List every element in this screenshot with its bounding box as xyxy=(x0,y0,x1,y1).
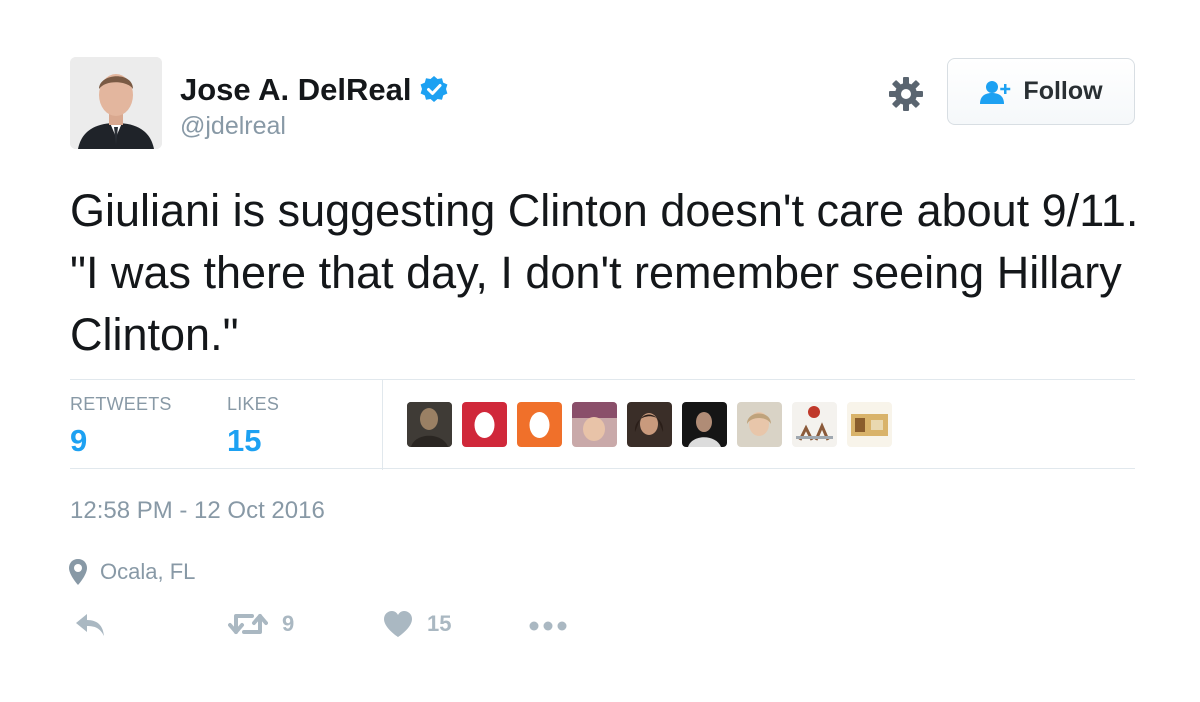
liker-avatar[interactable] xyxy=(682,402,727,447)
heart-icon xyxy=(384,611,412,637)
liker-avatar[interactable] xyxy=(407,402,452,447)
location-pin-icon xyxy=(69,559,87,585)
likes-label: LIKES xyxy=(227,394,280,414)
tweet-timestamp[interactable]: 12:58 PM - 12 Oct 2016 xyxy=(70,497,325,525)
tweet-stats: RETWEETS 9 LIKES 15 xyxy=(70,379,1135,470)
liker-avatar[interactable] xyxy=(462,402,507,447)
retweets-label: RETWEETS xyxy=(70,394,172,414)
follow-user-icon xyxy=(980,80,1011,104)
liker-avatars xyxy=(407,402,892,447)
liker-avatar[interactable] xyxy=(517,402,562,447)
like-count: 15 xyxy=(427,611,452,636)
follow-button-label: Follow xyxy=(1023,77,1103,105)
retweets-stat[interactable]: RETWEETS 9 xyxy=(70,394,172,459)
tweet-actions: 9 15 xyxy=(70,610,770,644)
stats-divider xyxy=(382,380,383,470)
like-button[interactable]: 15 xyxy=(383,610,451,638)
liker-avatar[interactable] xyxy=(627,402,672,447)
location-text: Ocala, FL xyxy=(100,559,196,584)
tweet-location[interactable]: Ocala, FL xyxy=(68,558,195,586)
gear-icon[interactable] xyxy=(887,75,925,113)
retweet-icon xyxy=(228,614,268,634)
retweets-count: 9 xyxy=(70,423,88,458)
more-icon xyxy=(529,621,567,631)
likes-stat[interactable]: LIKES 15 xyxy=(227,394,279,459)
verified-badge-icon xyxy=(421,76,448,102)
liker-avatar[interactable] xyxy=(572,402,617,447)
tweet-text: Giuliani is suggesting Clinton doesn't c… xyxy=(70,185,1139,360)
liker-avatar[interactable] xyxy=(737,402,782,447)
more-button[interactable] xyxy=(528,610,568,640)
retweet-count: 9 xyxy=(282,611,295,636)
reply-icon xyxy=(76,614,104,636)
liker-avatar[interactable] xyxy=(792,402,837,447)
liker-avatar[interactable] xyxy=(847,402,892,447)
likes-count: 15 xyxy=(227,423,262,458)
retweet-button[interactable]: 9 xyxy=(228,610,294,638)
author-avatar[interactable] xyxy=(70,57,162,149)
author-name[interactable]: Jose A. DelReal xyxy=(180,72,411,108)
reply-button[interactable] xyxy=(74,610,106,640)
author-name-row[interactable]: Jose A. DelReal xyxy=(180,72,449,108)
follow-button[interactable]: Follow xyxy=(947,58,1135,125)
author-handle[interactable]: @jdelreal xyxy=(180,112,286,141)
